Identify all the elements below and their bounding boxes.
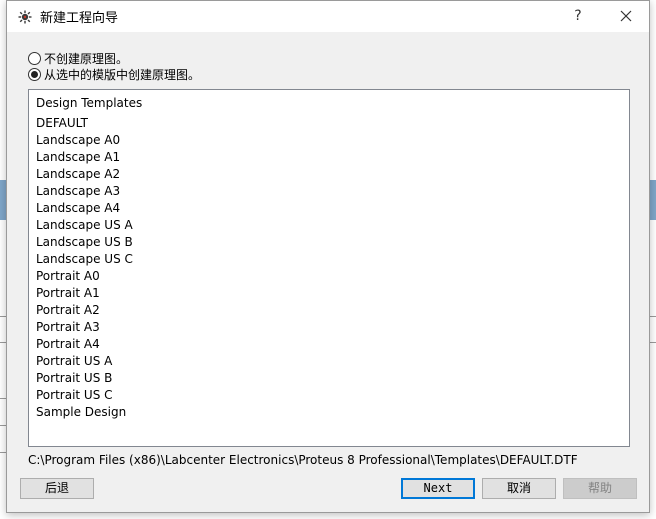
list-item[interactable]: Portrait US A: [36, 353, 133, 370]
list-item[interactable]: DEFAULT: [36, 115, 133, 132]
close-icon[interactable]: [617, 7, 635, 25]
radio-button[interactable]: [28, 51, 41, 65]
list-item[interactable]: Portrait A4: [36, 336, 133, 353]
list-item[interactable]: Portrait A2: [36, 302, 133, 319]
proteus-icon: [17, 9, 33, 25]
list-item[interactable]: Portrait US C: [36, 387, 133, 404]
list-header: Design Templates: [36, 96, 143, 110]
radio-button[interactable]: [28, 67, 41, 81]
list-item[interactable]: Sample Design: [36, 404, 133, 421]
radio-from-template[interactable]: 从选中的模版中创建原理图。: [28, 66, 200, 82]
list-item[interactable]: Landscape A3: [36, 183, 133, 200]
list-item[interactable]: Landscape A2: [36, 166, 133, 183]
list-item[interactable]: Landscape US A: [36, 217, 133, 234]
new-project-wizard-dialog: 新建工程向导 ? 不创建原理图。 从选中的模版中创建原理图。 Design Te…: [6, 0, 650, 513]
radio-label: 不创建原理图。: [44, 51, 129, 66]
list-item[interactable]: Portrait A0: [36, 268, 133, 285]
back-button[interactable]: 后退: [20, 478, 94, 499]
list-item[interactable]: Landscape US B: [36, 234, 133, 251]
help-glyph-button[interactable]: ?: [569, 7, 587, 25]
next-button[interactable]: Next: [401, 478, 475, 499]
help-button[interactable]: 帮助: [563, 478, 637, 499]
template-path: C:\Program Files (x86)\Labcenter Electro…: [28, 453, 578, 467]
window-title: 新建工程向导: [40, 11, 119, 26]
template-items: DEFAULT Landscape A0 Landscape A1 Landsc…: [36, 115, 133, 421]
list-item[interactable]: Landscape US C: [36, 251, 133, 268]
list-item[interactable]: Landscape A4: [36, 200, 133, 217]
list-item[interactable]: Portrait A3: [36, 319, 133, 336]
radio-label: 从选中的模版中创建原理图。: [44, 67, 201, 82]
title-bar: 新建工程向导 ?: [7, 1, 649, 32]
template-list[interactable]: Design Templates DEFAULT Landscape A0 La…: [28, 89, 630, 447]
cancel-button[interactable]: 取消: [482, 478, 556, 499]
list-item[interactable]: Portrait A1: [36, 285, 133, 302]
list-item[interactable]: Portrait US B: [36, 370, 133, 387]
radio-no-schematic[interactable]: 不创建原理图。: [28, 50, 128, 66]
list-item[interactable]: Landscape A0: [36, 132, 133, 149]
list-item[interactable]: Landscape A1: [36, 149, 133, 166]
